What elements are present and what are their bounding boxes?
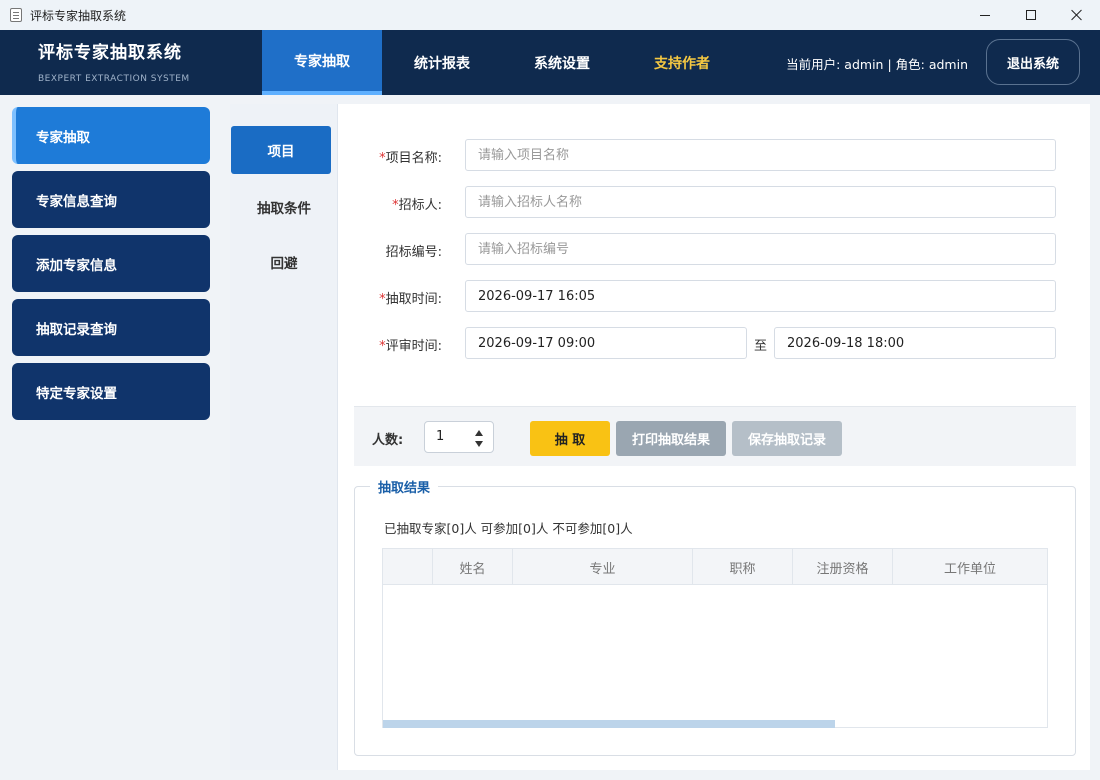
sidebar-item-add-expert[interactable]: 添加专家信息 bbox=[12, 235, 210, 292]
column-header-index[interactable] bbox=[383, 549, 433, 585]
app-header: 评标专家抽取系统 BEXPERT EXTRACTION SYSTEM 专家抽取 … bbox=[0, 30, 1100, 95]
result-summary: 已抽取专家[0]人 可参加[0]人 不可参加[0]人 bbox=[384, 521, 633, 536]
close-button[interactable] bbox=[1054, 0, 1100, 30]
column-header-major[interactable]: 专业 bbox=[513, 549, 693, 585]
review-time-label: *评审时间: bbox=[379, 339, 442, 354]
arrow-up-icon[interactable] bbox=[475, 430, 483, 436]
subnav-item-draw-conditions[interactable]: 抽取条件 bbox=[230, 183, 338, 231]
tender-no-input[interactable] bbox=[465, 233, 1056, 265]
brand-title: 评标专家抽取系统 bbox=[38, 43, 182, 63]
range-separator: 至 bbox=[754, 339, 768, 354]
nav-tab-statistics[interactable]: 统计报表 bbox=[382, 30, 502, 95]
title-bar: 评标专家抽取系统 bbox=[0, 0, 1100, 30]
app-icon bbox=[10, 8, 22, 22]
count-label: 人数: bbox=[372, 433, 404, 448]
action-bar: 人数: 1 抽 取 打印抽取结果 保存抽取记录 bbox=[354, 406, 1076, 466]
result-legend: 抽取结果 bbox=[370, 477, 439, 496]
save-record-button[interactable]: 保存抽取记录 bbox=[732, 421, 842, 456]
window-title: 评标专家抽取系统 bbox=[30, 8, 127, 23]
subnav-item-avoidance[interactable]: 回避 bbox=[230, 238, 338, 286]
horizontal-scrollbar[interactable] bbox=[383, 720, 835, 728]
sidebar-item-specific-expert[interactable]: 特定专家设置 bbox=[12, 363, 210, 420]
draw-time-input[interactable] bbox=[465, 280, 1056, 312]
logout-button[interactable]: 退出系统 bbox=[986, 39, 1080, 85]
review-start-input[interactable] bbox=[465, 327, 747, 359]
column-header-employer[interactable]: 工作单位 bbox=[893, 549, 1047, 585]
nav-tab-settings[interactable]: 系统设置 bbox=[502, 30, 622, 95]
column-header-title[interactable]: 职称 bbox=[693, 549, 793, 585]
sidebar-item-expert-query[interactable]: 专家信息查询 bbox=[12, 171, 210, 228]
main-panel: 项目 抽取条件 回避 *项目名称: *招标人: 招标编号: *抽取时间: *评审… bbox=[230, 104, 1090, 770]
tenderer-label: *招标人: bbox=[392, 198, 442, 213]
column-header-qualification[interactable]: 注册资格 bbox=[793, 549, 893, 585]
maximize-button[interactable] bbox=[1008, 0, 1054, 30]
print-result-button[interactable]: 打印抽取结果 bbox=[616, 421, 726, 456]
draw-button[interactable]: 抽 取 bbox=[530, 421, 610, 456]
sidebar-item-expert-draw[interactable]: 专家抽取 bbox=[12, 107, 210, 164]
close-icon bbox=[1071, 9, 1083, 21]
current-user-info: 当前用户: admin | 角色: admin bbox=[786, 57, 968, 72]
project-name-label: *项目名称: bbox=[379, 151, 442, 166]
count-value: 1 bbox=[436, 429, 445, 444]
subnav-item-project[interactable]: 项目 bbox=[231, 126, 331, 174]
table-header: 姓名 专业 职称 注册资格 工作单位 bbox=[383, 549, 1047, 585]
maximize-icon bbox=[1026, 10, 1036, 20]
project-name-input[interactable] bbox=[465, 139, 1056, 171]
nav-tab-expert-draw[interactable]: 专家抽取 bbox=[262, 30, 382, 95]
tenderer-input[interactable] bbox=[465, 186, 1056, 218]
column-header-name[interactable]: 姓名 bbox=[433, 549, 513, 585]
minimize-button[interactable] bbox=[962, 0, 1008, 30]
sidebar-item-draw-records[interactable]: 抽取记录查询 bbox=[12, 299, 210, 356]
nav-tab-support-author[interactable]: 支持作者 bbox=[622, 30, 742, 95]
minimize-icon bbox=[980, 14, 990, 16]
sub-navigation: 项目 抽取条件 回避 bbox=[230, 104, 338, 770]
brand-subtitle: BEXPERT EXTRACTION SYSTEM bbox=[38, 74, 190, 84]
draw-time-label: *抽取时间: bbox=[379, 292, 442, 307]
count-stepper[interactable]: 1 bbox=[424, 421, 494, 453]
arrow-down-icon[interactable] bbox=[475, 441, 483, 447]
result-table: 姓名 专业 职称 注册资格 工作单位 bbox=[382, 548, 1048, 728]
tender-no-label: 招标编号: bbox=[385, 245, 442, 260]
review-end-input[interactable] bbox=[774, 327, 1056, 359]
